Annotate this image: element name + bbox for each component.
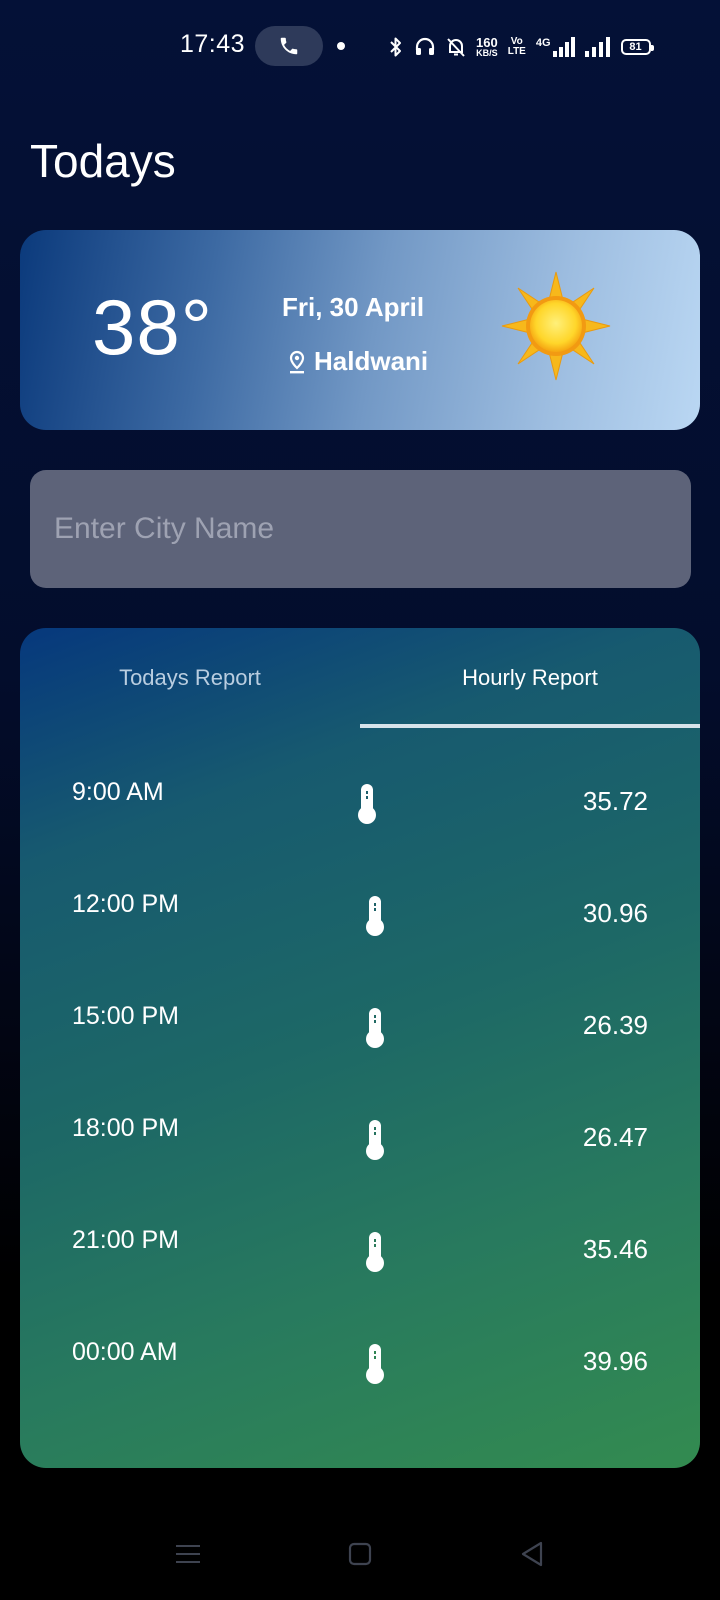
network-speed-unit: KB/S xyxy=(476,48,498,58)
thermometer-icon xyxy=(358,784,376,824)
thermometer-icon xyxy=(366,1344,384,1384)
hourly-row: 00:00 AM 39.96 xyxy=(20,1332,700,1444)
current-weather-card: 38° Fri, 30 April Haldwani xyxy=(20,230,700,430)
menu-icon[interactable] xyxy=(168,1534,208,1574)
bell-mute-icon xyxy=(446,36,466,58)
hour-temperature: 26.39 xyxy=(582,1010,648,1040)
current-temperature: 38° xyxy=(92,283,213,371)
status-icons: 160 KB/S Vo LTE 4G 81 xyxy=(388,30,654,64)
sun-icon xyxy=(501,271,611,381)
volte-bottom-label: LTE xyxy=(507,46,526,57)
hourly-row: 21:00 PM 35.46 xyxy=(20,1220,700,1332)
ongoing-call-pill[interactable] xyxy=(255,26,323,66)
status-bar: 17:43 160 KB/S Vo LTE 4G 81 xyxy=(0,0,720,92)
home-icon[interactable] xyxy=(340,1534,380,1574)
report-panel: Todays Report Hourly Report 9:00 AM 35.7… xyxy=(20,628,700,1468)
thermometer-icon xyxy=(366,1232,384,1272)
network-type-label: 4G xyxy=(535,37,551,49)
hour-time: 9:00 AM xyxy=(72,778,164,806)
hourly-row: 15:00 PM 26.39 xyxy=(20,996,700,1108)
hour-time: 21:00 PM xyxy=(72,1226,180,1254)
thermometer-icon xyxy=(366,1120,384,1160)
network-speed: 160 KB/S xyxy=(476,36,498,58)
hourly-list: 9:00 AM 35.72 12:00 PM 30.96 15:00 PM 26… xyxy=(20,772,700,1444)
page-title: Todays xyxy=(30,135,176,187)
thermometer-icon xyxy=(366,1008,384,1048)
current-date: Fri, 30 April xyxy=(282,292,425,322)
call-icon xyxy=(280,37,298,55)
city-search-input[interactable] xyxy=(30,470,691,588)
hour-time: 18:00 PM xyxy=(72,1114,180,1142)
hourly-row: 9:00 AM 35.72 xyxy=(20,772,700,884)
tab-hourly-report[interactable]: Hourly Report xyxy=(360,628,700,728)
location-row: Haldwani xyxy=(288,346,428,377)
hour-time: 12:00 PM xyxy=(72,890,180,918)
battery-indicator: 81 xyxy=(620,39,654,55)
hourly-row: 18:00 PM 26.47 xyxy=(20,1108,700,1220)
volte-indicator: Vo LTE xyxy=(508,37,526,57)
status-time: 17:43 xyxy=(180,30,246,58)
thermometer-icon xyxy=(366,896,384,936)
signal-icon: 4G xyxy=(536,37,575,57)
hourly-row: 12:00 PM 30.96 xyxy=(20,884,700,996)
tab-todays-report[interactable]: Todays Report xyxy=(20,628,360,728)
location-name: Haldwani xyxy=(314,346,429,376)
notification-dot xyxy=(337,42,345,50)
hour-temperature: 35.46 xyxy=(582,1234,648,1264)
hour-temperature: 26.47 xyxy=(582,1122,648,1152)
map-pin-icon xyxy=(289,350,305,373)
hour-time: 15:00 PM xyxy=(72,1002,180,1030)
bluetooth-icon xyxy=(388,36,404,58)
hour-temperature: 30.96 xyxy=(582,898,648,928)
headphones-icon xyxy=(414,36,436,58)
back-icon[interactable] xyxy=(512,1534,552,1574)
report-tabs: Todays Report Hourly Report xyxy=(20,628,700,728)
hour-time: 00:00 AM xyxy=(72,1338,178,1366)
system-nav-bar xyxy=(0,1520,720,1600)
hour-temperature: 35.72 xyxy=(582,786,648,816)
signal-icon xyxy=(584,37,611,57)
hour-temperature: 39.96 xyxy=(582,1346,648,1376)
